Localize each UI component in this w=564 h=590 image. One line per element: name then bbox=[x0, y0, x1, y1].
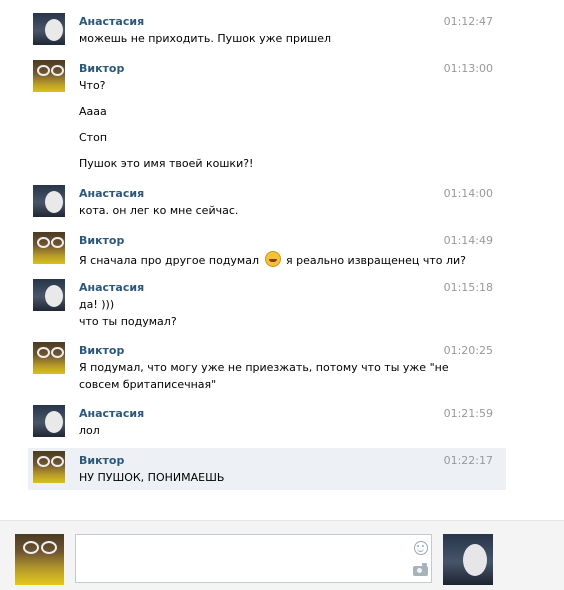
peer-avatar[interactable] bbox=[443, 534, 493, 585]
message-author[interactable]: Виктор bbox=[79, 234, 124, 247]
message-time[interactable]: 01:21:59 bbox=[444, 407, 493, 420]
message-composer bbox=[0, 520, 564, 590]
message-text: Я сначала про другое подумал bbox=[79, 254, 260, 267]
message-author[interactable]: Анастасия bbox=[79, 407, 144, 420]
message-text: лол bbox=[79, 424, 100, 437]
message-time[interactable]: 01:12:47 bbox=[444, 15, 493, 28]
avatar-viktor[interactable] bbox=[33, 60, 65, 92]
message-item-unread: Виктор 01:22:17 НУ ПУШОК, ПОНИМАЕШЬ bbox=[28, 448, 506, 490]
message-text: Я подумал, что могу уже не приезжать, по… bbox=[79, 361, 449, 374]
message-text: Аааа bbox=[79, 105, 107, 118]
message-item: Анастасия 01:14:00 кота. он лег ко мне с… bbox=[28, 182, 506, 222]
message-time[interactable]: 01:22:17 bbox=[444, 454, 493, 467]
message-time[interactable]: 01:14:49 bbox=[444, 234, 493, 247]
message-text: что ты подумал? bbox=[79, 315, 177, 328]
avatar-viktor[interactable] bbox=[33, 232, 65, 264]
message-item: Анастасия 01:15:18 да! ))) что ты подума… bbox=[28, 276, 506, 331]
message-text: да! ))) bbox=[79, 298, 115, 311]
smile-icon[interactable] bbox=[414, 541, 428, 555]
message-text: я реально извращенец что ли? bbox=[286, 254, 466, 267]
avatar-anastasia[interactable] bbox=[33, 405, 65, 437]
message-text: Пушок это имя твоей кошки?! bbox=[79, 157, 254, 170]
message-author[interactable]: Виктор bbox=[79, 62, 124, 75]
avatar-anastasia[interactable] bbox=[33, 13, 65, 45]
my-avatar[interactable] bbox=[15, 534, 64, 585]
message-text: Что? bbox=[79, 79, 106, 92]
message-text: совсем бритаписечная" bbox=[79, 378, 217, 391]
avatar-viktor[interactable] bbox=[33, 451, 65, 483]
message-item: Виктор 01:13:00 Что? Аааа Стоп Пушок это… bbox=[28, 57, 506, 177]
message-item: Анастасия 01:21:59 лол bbox=[28, 402, 506, 442]
message-input[interactable] bbox=[75, 534, 432, 583]
message-text-row: Я сначала про другое подумал я реально и… bbox=[79, 251, 466, 267]
avatar-viktor[interactable] bbox=[33, 342, 65, 374]
message-time[interactable]: 01:20:25 bbox=[444, 344, 493, 357]
laughing-emoji-icon bbox=[264, 251, 281, 267]
message-text: кота. он лег ко мне сейчас. bbox=[79, 204, 239, 217]
message-text: Стоп bbox=[79, 131, 108, 144]
message-history: Анастасия 01:12:47 можешь не приходить. … bbox=[0, 0, 564, 520]
message-item: Виктор 01:14:49 Я сначала про другое под… bbox=[28, 229, 506, 269]
message-author[interactable]: Анастасия bbox=[79, 281, 144, 294]
message-time[interactable]: 01:14:00 bbox=[444, 187, 493, 200]
message-author[interactable]: Анастасия bbox=[79, 15, 144, 28]
avatar-anastasia[interactable] bbox=[33, 185, 65, 217]
message-author[interactable]: Виктор bbox=[79, 454, 124, 467]
message-item: Анастасия 01:12:47 можешь не приходить. … bbox=[28, 10, 506, 50]
message-author[interactable]: Анастасия bbox=[79, 187, 144, 200]
avatar-anastasia[interactable] bbox=[33, 279, 65, 311]
message-time[interactable]: 01:15:18 bbox=[444, 281, 493, 294]
message-text: можешь не приходить. Пушок уже пришел bbox=[79, 32, 331, 45]
message-item: Виктор 01:20:25 Я подумал, что могу уже … bbox=[28, 339, 506, 394]
message-time[interactable]: 01:13:00 bbox=[444, 62, 493, 75]
message-author[interactable]: Виктор bbox=[79, 344, 124, 357]
camera-icon[interactable] bbox=[413, 563, 428, 576]
message-text: НУ ПУШОК, ПОНИМАЕШЬ bbox=[79, 471, 225, 484]
